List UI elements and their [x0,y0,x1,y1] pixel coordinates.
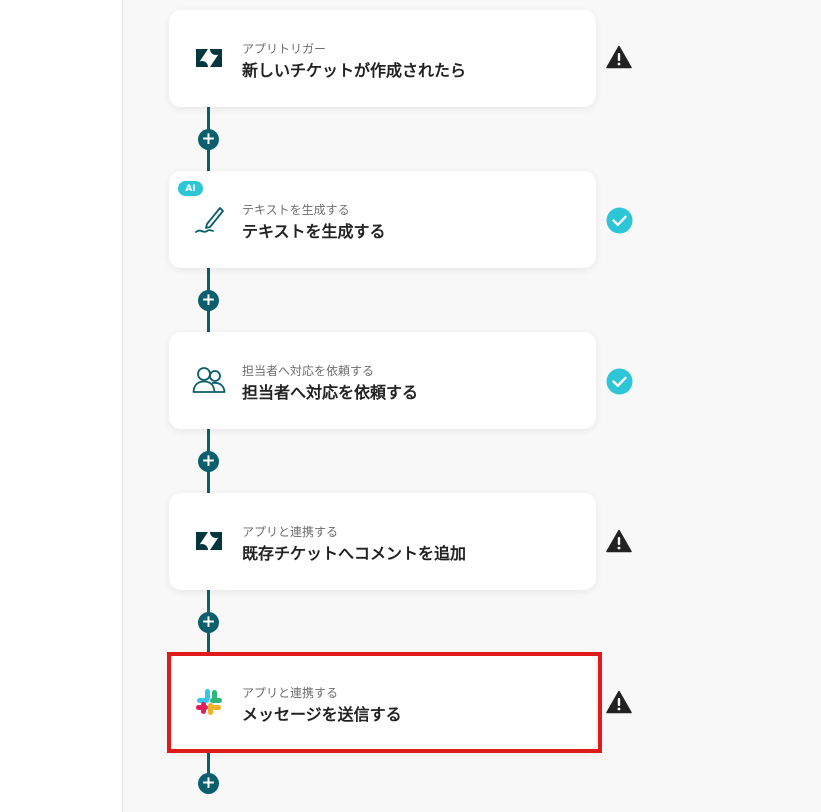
add-step-button[interactable]: + [198,129,219,150]
step-subtitle: 担当者へ対応を依頼する [242,364,375,378]
flow-step-card[interactable]: AI テキストを生成する テキストを生成する [169,171,596,268]
check-complete-icon [605,367,633,395]
users-icon [191,362,227,398]
add-step-button[interactable]: + [198,290,219,311]
warning-icon [605,43,633,71]
warning-icon [605,688,633,716]
pen-icon [191,201,227,237]
flow-step-card[interactable]: アプリと連携する メッセージを送信する [169,654,596,751]
warning-icon [605,527,633,555]
zendesk-logo-icon [191,40,227,76]
step-title: 新しいチケットが作成されたら [242,61,467,80]
left-pane [0,0,123,812]
flow-step-card[interactable]: 担当者へ対応を依頼する 担当者へ対応を依頼する [169,332,596,429]
step-subtitle: アプリトリガー [242,42,327,56]
add-step-button[interactable]: + [198,451,219,472]
step-subtitle: アプリと連携する [242,686,339,700]
add-step-button[interactable]: + [198,773,219,794]
step-title: 担当者へ対応を依頼する [242,383,419,402]
step-subtitle: テキストを生成する [242,203,350,217]
step-title: メッセージを送信する [242,705,402,724]
ai-badge: AI [178,181,203,196]
step-subtitle: アプリと連携する [242,525,339,539]
step-title: テキストを生成する [242,222,386,241]
flow-step-card[interactable]: アプリと連携する 既存チケットへコメントを追加 [169,493,596,590]
check-complete-icon [605,206,633,234]
flow-step-card[interactable]: アプリトリガー 新しいチケットが作成されたら [169,10,596,107]
step-title: 既存チケットへコメントを追加 [242,544,467,563]
zendesk-logo-icon [191,523,227,559]
slack-logo-icon [191,684,227,720]
add-step-button[interactable]: + [198,612,219,633]
